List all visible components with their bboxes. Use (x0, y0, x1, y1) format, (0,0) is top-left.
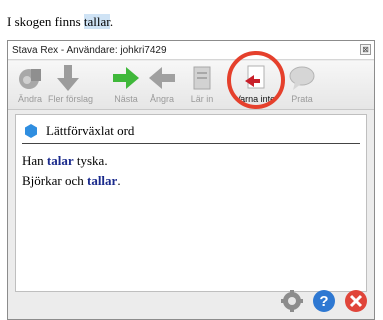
svg-text:?: ? (319, 293, 328, 310)
more-suggestions-label: Fler förslag (48, 94, 94, 104)
learn-label: Lär in (190, 94, 214, 104)
speech-icon (289, 66, 315, 90)
next-button[interactable]: Nästa (108, 63, 144, 107)
highlight-ring (227, 51, 285, 109)
category-hexagon-icon (25, 124, 37, 138)
next-arrow-icon (113, 67, 139, 89)
undo-label: Ångra (149, 94, 175, 104)
down-arrow-icon (57, 65, 79, 91)
undo-button[interactable]: Ångra (144, 63, 180, 107)
stava-rex-window: Stava Rex - Användare: johkri7429 ⊠ Ändr… (7, 40, 375, 320)
suggestion-panel: Lättförväxlat ord Han talar tyska. Björk… (15, 114, 367, 292)
window-close-button[interactable]: ⊠ (360, 44, 371, 55)
sentence-1-before: Han (22, 153, 47, 168)
footer-icons: ? (276, 289, 368, 313)
example-sentence-2: Björkar och tallar. (22, 173, 121, 189)
sentence-1-after: tyska. (73, 153, 108, 168)
toolbar: Ändra Fler förslag Nästa Ångra Lär in Va… (8, 61, 374, 110)
sentence-2-before: Björkar och (22, 173, 87, 188)
next-label: Nästa (114, 94, 138, 104)
highlighted-word[interactable]: tallar (83, 14, 110, 29)
learn-icon (193, 66, 211, 90)
change-label: Ändra (17, 94, 43, 104)
speak-label: Prata (291, 94, 313, 104)
more-suggestions-button[interactable]: Fler förslag (48, 63, 94, 107)
sentence-2-word: tallar (86, 173, 118, 188)
settings-icon[interactable] (280, 289, 304, 313)
sentence-2-after: . (117, 173, 121, 188)
help-icon[interactable]: ? (312, 289, 336, 313)
window-titlebar: Stava Rex - Användare: johkri7429 ⊠ (8, 41, 374, 60)
document-suffix: . (109, 14, 114, 29)
document-text: I skogen finns tallar. (7, 14, 113, 30)
speak-button[interactable]: Prata (284, 63, 320, 107)
change-button[interactable]: Ändra (12, 63, 48, 107)
learn-button[interactable]: Lär in (184, 63, 220, 107)
sentence-1-word: talar (46, 153, 74, 168)
change-icon (19, 69, 41, 89)
close-icon[interactable] (344, 289, 368, 313)
example-sentence-1: Han talar tyska. (22, 153, 108, 169)
document-prefix: I skogen finns (7, 14, 84, 29)
window-title: Stava Rex - Användare: johkri7429 (12, 45, 167, 56)
undo-arrow-icon (149, 67, 175, 89)
category-label: Lättförväxlat ord (46, 123, 135, 138)
category-row: Lättförväxlat ord (22, 121, 360, 144)
